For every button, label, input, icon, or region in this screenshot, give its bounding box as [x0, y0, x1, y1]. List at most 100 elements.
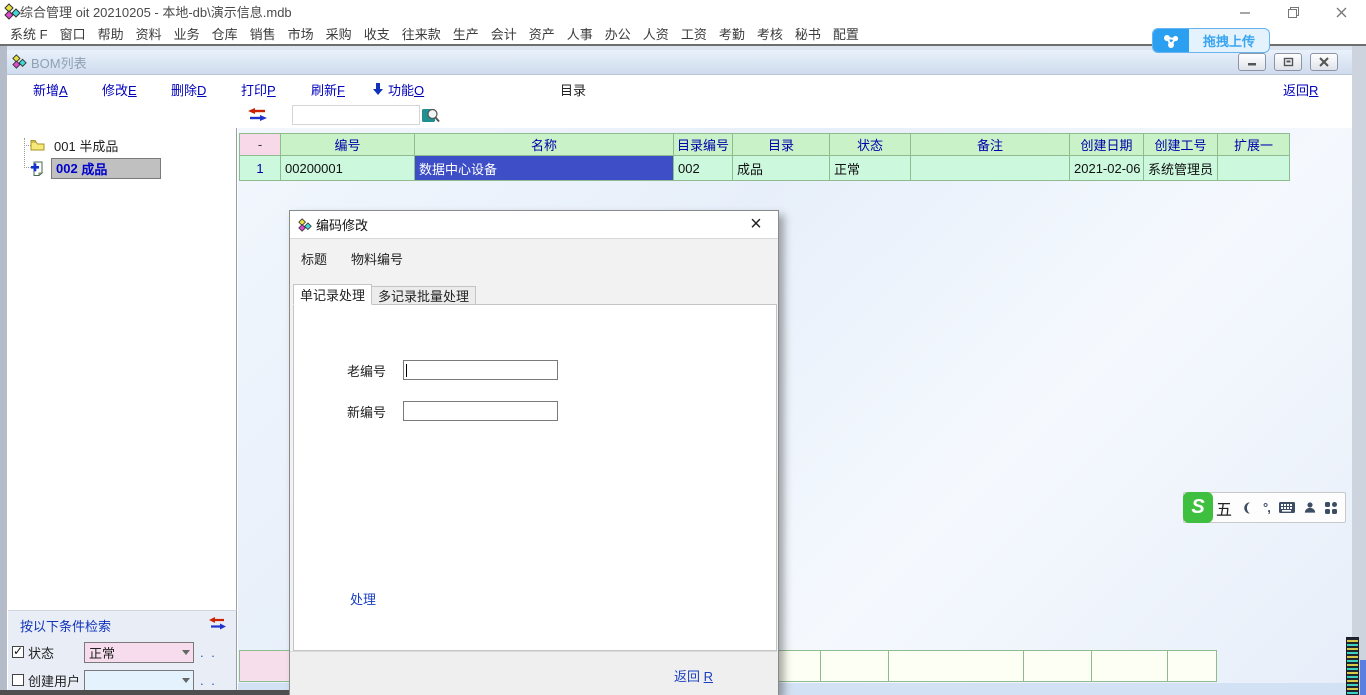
- menu-item-window[interactable]: 窗口: [60, 24, 86, 43]
- user-icon[interactable]: [1304, 501, 1316, 514]
- menu-item-accounts[interactable]: 往来款: [402, 24, 441, 43]
- cell-creator[interactable]: 系统管理员: [1143, 155, 1218, 181]
- bom-minimize-button[interactable]: [1238, 53, 1266, 71]
- ime-mode-indicator[interactable]: 五: [1216, 496, 1232, 520]
- col-header-remark[interactable]: 备注: [910, 133, 1070, 156]
- punctuation-icon[interactable]: °,: [1263, 500, 1270, 515]
- col-header-select[interactable]: -: [239, 133, 281, 156]
- minimize-button[interactable]: [1230, 2, 1260, 22]
- menu-item-data[interactable]: 资料: [136, 24, 162, 43]
- cell-create-date[interactable]: 2021-02-06: [1069, 155, 1144, 181]
- col-header-creator[interactable]: 创建工号: [1143, 133, 1218, 156]
- creator-checkbox[interactable]: [12, 674, 24, 686]
- process-button[interactable]: 处理: [350, 589, 376, 608]
- cell-remark[interactable]: [910, 155, 1070, 181]
- menu-item-salary[interactable]: 工资: [681, 24, 707, 43]
- menu-item-hr[interactable]: 人事: [567, 24, 593, 43]
- dialog-icon: [298, 218, 312, 232]
- bom-close-button[interactable]: [1310, 53, 1338, 71]
- menu-item-business[interactable]: 业务: [174, 24, 200, 43]
- menu-item-system[interactable]: 系统 F: [10, 24, 48, 43]
- tab-batch-records[interactable]: 多记录批量处理: [372, 286, 476, 305]
- col-header-code[interactable]: 编号: [280, 133, 415, 156]
- close-button[interactable]: [1326, 2, 1356, 22]
- caption-value: 物料编号: [351, 249, 403, 268]
- cell-dir[interactable]: 成品: [732, 155, 830, 181]
- cell-name-selected[interactable]: 数据中心设备: [414, 155, 674, 181]
- menu-item-assessment[interactable]: 考核: [757, 24, 783, 43]
- app-icon: [4, 3, 21, 20]
- moon-icon[interactable]: [1241, 501, 1254, 515]
- directory-button[interactable]: 目录: [560, 80, 586, 99]
- swap-icon[interactable]: [209, 617, 226, 630]
- print-button[interactable]: 打印P: [241, 80, 276, 99]
- creator-filter-label: 创建用户: [28, 671, 84, 690]
- menu-item-attendance[interactable]: 考勤: [719, 24, 745, 43]
- col-header-dir[interactable]: 目录: [732, 133, 830, 156]
- status-checkbox[interactable]: [12, 646, 24, 658]
- menu-item-market[interactable]: 市场: [288, 24, 314, 43]
- new-code-input[interactable]: [403, 401, 558, 421]
- dialog-tab-content: 老编号 新编号 处理: [293, 304, 777, 651]
- refresh-button[interactable]: 刷新F: [311, 80, 345, 99]
- return-button[interactable]: 返回R: [1283, 80, 1318, 99]
- status-more-button[interactable]: . .: [200, 645, 217, 660]
- creator-dropdown[interactable]: [84, 670, 194, 691]
- table-row[interactable]: 1 00200001 数据中心设备 002 成品 正常 2021-02-06 系…: [240, 156, 1290, 181]
- cell-dir-code[interactable]: 002: [673, 155, 733, 181]
- footer-cell: [1091, 650, 1168, 682]
- tree-item-finished[interactable]: 002 成品: [30, 158, 161, 178]
- menu-item-sales[interactable]: 销售: [250, 24, 276, 43]
- toolbox-grid-icon[interactable]: [1325, 502, 1337, 514]
- menu-item-purchase[interactable]: 采购: [326, 24, 352, 43]
- menu-item-assets[interactable]: 资产: [529, 24, 555, 43]
- function-button[interactable]: 功能O: [388, 80, 424, 99]
- document-plus-icon: [30, 161, 45, 176]
- menu-item-warehouse[interactable]: 仓库: [212, 24, 238, 43]
- dialog-return-button[interactable]: 返回 R: [674, 666, 713, 685]
- tab-single-record[interactable]: 单记录处理: [293, 284, 372, 305]
- bom-restore-button[interactable]: [1274, 53, 1302, 71]
- status-dropdown[interactable]: 正常: [84, 642, 194, 663]
- menu-item-help[interactable]: 帮助: [98, 24, 124, 43]
- status-filter-label: 状态: [28, 643, 84, 662]
- menu-item-config[interactable]: 配置: [833, 24, 859, 43]
- dialog-close-icon[interactable]: ×: [744, 212, 768, 236]
- tree-item-semi-finished[interactable]: 001 半成品: [30, 135, 121, 155]
- col-header-dir-code[interactable]: 目录编号: [673, 133, 733, 156]
- filter-panel: 按以下条件检索 状态 正常 . . 创建用户 . .: [8, 610, 237, 695]
- col-header-create-date[interactable]: 创建日期: [1069, 133, 1144, 156]
- category-tree-panel: [8, 128, 237, 610]
- search-icon[interactable]: [422, 106, 440, 124]
- filter-panel-title: 按以下条件检索: [20, 616, 111, 635]
- delete-button[interactable]: 删除D: [171, 80, 206, 99]
- creator-more-button[interactable]: . .: [200, 673, 217, 688]
- restore-button[interactable]: [1278, 2, 1308, 22]
- row-index-cell[interactable]: 1: [239, 155, 281, 181]
- drag-upload-button[interactable]: 拖拽上传: [1152, 28, 1270, 53]
- cell-status[interactable]: 正常: [829, 155, 911, 181]
- menu-item-office[interactable]: 办公: [605, 24, 631, 43]
- old-code-input[interactable]: [403, 360, 558, 380]
- sogou-logo-icon[interactable]: S: [1183, 492, 1213, 523]
- swap-icon[interactable]: [248, 108, 267, 122]
- menu-item-hr2[interactable]: 人资: [643, 24, 669, 43]
- col-header-ext1[interactable]: 扩展一: [1217, 133, 1290, 156]
- modify-button[interactable]: 修改E: [102, 80, 137, 99]
- quick-search-input[interactable]: [292, 105, 420, 125]
- ime-toolbar[interactable]: S 五 °,: [1183, 492, 1346, 523]
- col-header-status[interactable]: 状态: [829, 133, 911, 156]
- menu-item-accounting[interactable]: 会计: [491, 24, 517, 43]
- mdi-right-strip: [1352, 46, 1366, 695]
- bom-window-titlebar: BOM列表: [7, 50, 1352, 75]
- cell-ext1[interactable]: [1217, 155, 1290, 181]
- cell-code[interactable]: 00200001: [280, 155, 415, 181]
- drag-upload-label: 拖拽上传: [1189, 29, 1269, 52]
- col-header-name[interactable]: 名称: [414, 133, 674, 156]
- menu-item-secretary[interactable]: 秘书: [795, 24, 821, 43]
- keyboard-icon[interactable]: [1279, 502, 1295, 513]
- menu-item-production[interactable]: 生产: [453, 24, 479, 43]
- add-button[interactable]: 新增A: [33, 80, 68, 99]
- menu-item-payments[interactable]: 收支: [364, 24, 390, 43]
- bom-grid: - 编号 名称 目录编号 目录 状态 备注 创建日期 创建工号 扩展一 1 00…: [240, 133, 1290, 181]
